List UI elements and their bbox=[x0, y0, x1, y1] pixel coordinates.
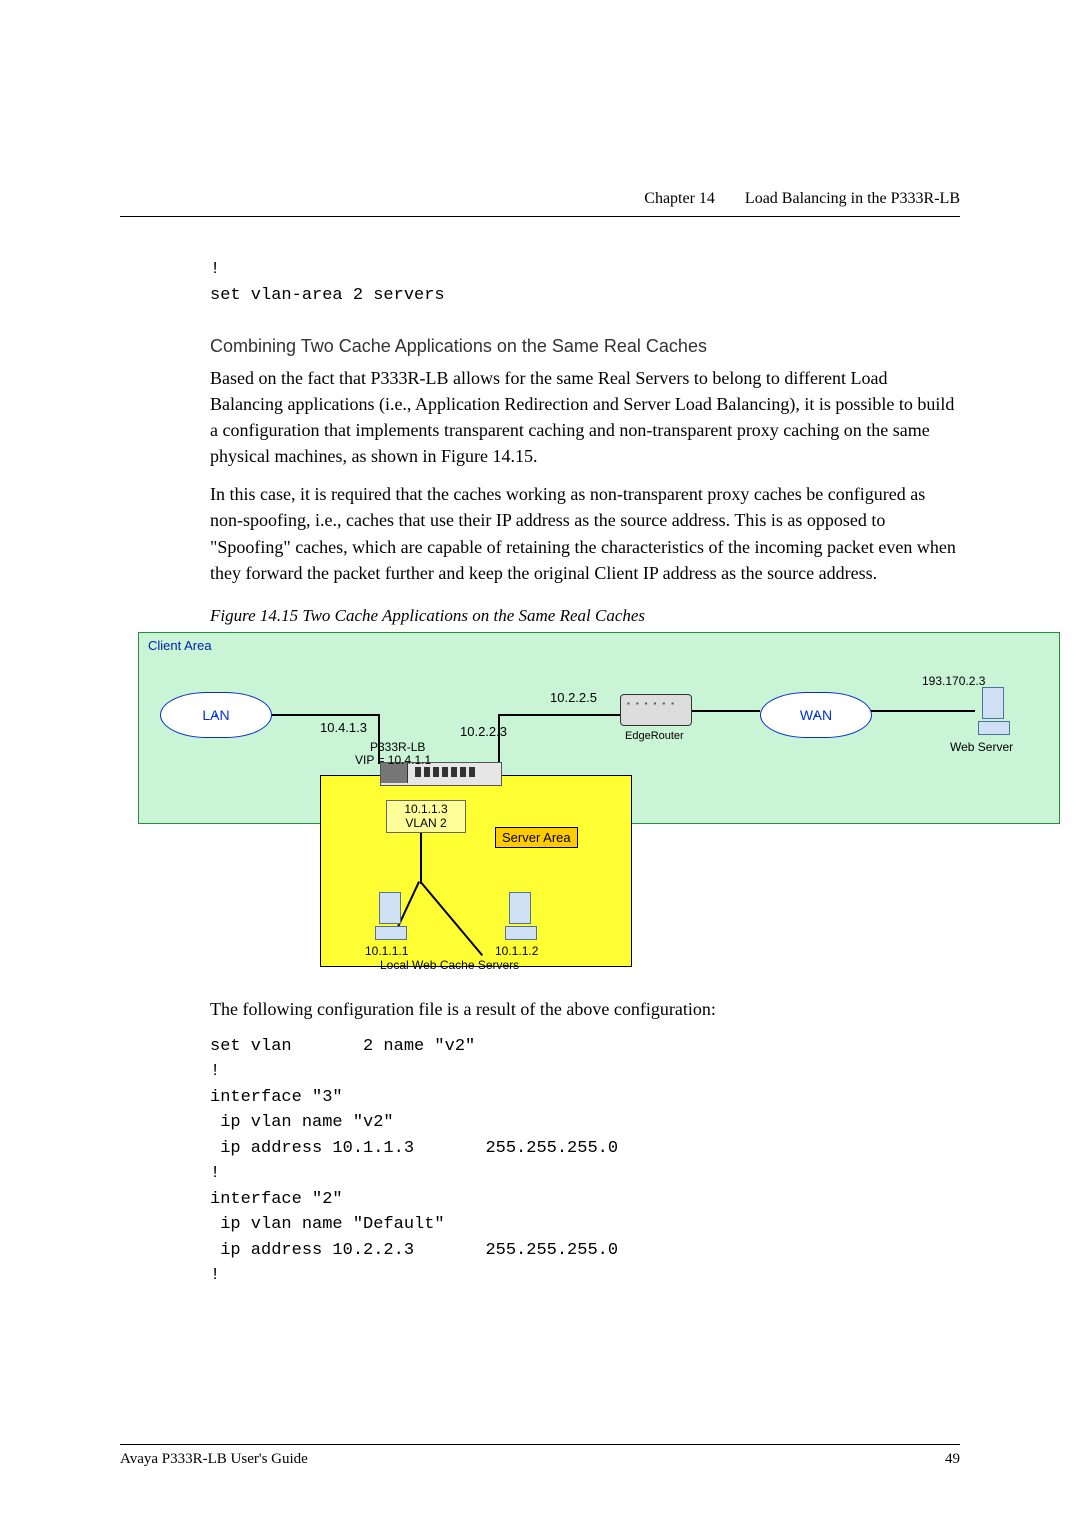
vip-label: VIP = 10.4.1.1 bbox=[355, 753, 431, 767]
vlan-ip: 10.1.1.3 bbox=[404, 802, 447, 816]
caches-label: Local Web Cache Servers bbox=[380, 958, 519, 972]
cache1-ip: 10.1.1.1 bbox=[365, 944, 408, 958]
line bbox=[498, 714, 500, 764]
edge-router-label: EdgeRouter bbox=[625, 730, 684, 742]
server-area-box bbox=[320, 775, 632, 967]
line bbox=[870, 710, 975, 712]
webserver-ip: 193.170.2.3 bbox=[922, 674, 985, 688]
paragraph-3: The following configuration file is a re… bbox=[210, 996, 960, 1022]
wan-label: WAN bbox=[800, 707, 832, 723]
p333r-label: P333R-LB bbox=[370, 740, 425, 754]
vlan2-label: 10.1.1.3 VLAN 2 bbox=[386, 800, 466, 833]
chapter-title: Load Balancing in the P333R-LB bbox=[745, 190, 960, 208]
line bbox=[500, 714, 620, 716]
edge-router-icon: ▪ ▪ ▪ ▪ ▪ ▪ bbox=[620, 694, 692, 726]
vlan-name: VLAN 2 bbox=[405, 816, 446, 830]
client-area-label: Client Area bbox=[148, 638, 212, 653]
ip-10-4-1-3: 10.4.1.3 bbox=[320, 720, 367, 735]
footer-page-number: 49 bbox=[945, 1451, 960, 1468]
web-server-label: Web Server bbox=[950, 740, 1013, 754]
footer-left: Avaya P333R-LB User's Guide bbox=[120, 1451, 308, 1468]
subheading: Combining Two Cache Applications on the … bbox=[210, 336, 960, 357]
ip-10-2-2-5: 10.2.2.5 bbox=[550, 690, 597, 705]
chapter-label: Chapter 14 bbox=[644, 190, 715, 208]
code-block-bottom: set vlan 2 name "v2" ! interface "3" ip … bbox=[210, 1034, 960, 1289]
paragraph-1: Based on the fact that P333R-LB allows f… bbox=[210, 365, 960, 469]
cache-server-2-icon bbox=[505, 892, 535, 940]
cache-server-1-icon bbox=[375, 892, 405, 940]
line bbox=[690, 710, 760, 712]
paragraph-2: In this case, it is required that the ca… bbox=[210, 481, 960, 585]
cache2-ip: 10.1.1.2 bbox=[495, 944, 538, 958]
network-diagram: Client Area Server Area LAN WAN ▪ ▪ ▪ ▪ … bbox=[120, 632, 1080, 992]
page-footer: Avaya P333R-LB User's Guide 49 bbox=[120, 1444, 960, 1468]
web-server-icon bbox=[978, 687, 1008, 735]
wan-cloud: WAN bbox=[760, 692, 872, 738]
lan-label: LAN bbox=[202, 707, 229, 723]
ip-10-2-2-3: 10.2.2.3 bbox=[460, 724, 507, 739]
server-area-label: Server Area bbox=[495, 827, 578, 848]
line bbox=[270, 714, 380, 716]
page-header: Chapter 14 Load Balancing in the P333R-L… bbox=[120, 190, 960, 217]
code-block-top: ! set vlan-area 2 servers bbox=[210, 257, 960, 308]
lan-cloud: LAN bbox=[160, 692, 272, 738]
figure-caption: Figure 14.15 Two Cache Applications on t… bbox=[210, 606, 960, 626]
